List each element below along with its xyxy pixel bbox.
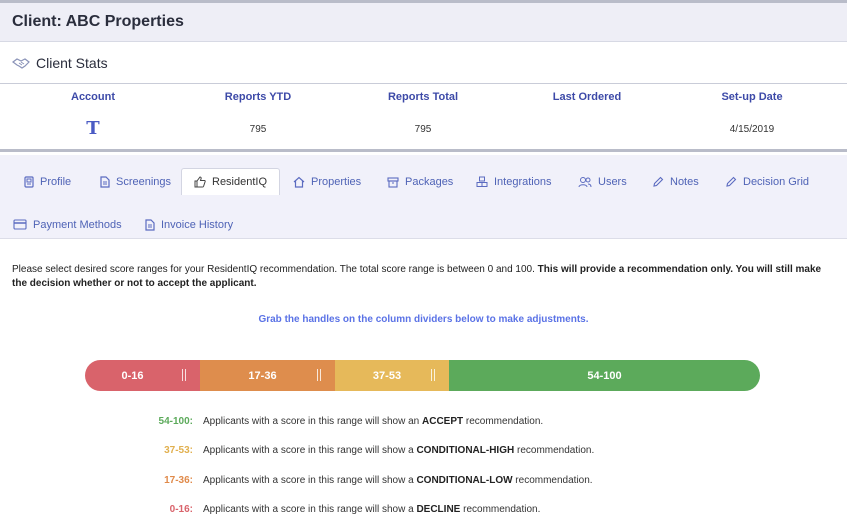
tab-profile-label: Profile: [40, 175, 72, 188]
stats-header-reports-total: Reports Total: [387, 91, 459, 103]
tab-profile[interactable]: Profile: [24, 168, 71, 195]
legend-item-accept: 54-100: Applicants with a score in this …: [0, 416, 847, 432]
tab-properties-label: Properties: [311, 175, 362, 188]
tab-users-label: Users: [598, 175, 627, 188]
range-divider-handle[interactable]: [317, 369, 321, 381]
client-header: Client: ABC Properties: [0, 0, 847, 42]
legend-item-conditional-high: 37-53: Applicants with a score in this r…: [0, 445, 847, 461]
tab-payment-methods-label: Payment Methods: [33, 218, 122, 231]
legend-item-decline: 0-16: Applicants with a score in this ra…: [0, 504, 847, 520]
range-segment-decline: 0-16: [85, 360, 200, 391]
tab-integrations[interactable]: Integrations: [476, 168, 551, 195]
client-stats-title: Client Stats: [36, 54, 108, 71]
range-label-accept: 54-100: [587, 369, 622, 382]
tab-screenings-label: Screenings: [116, 175, 172, 188]
pencil-icon: [653, 176, 664, 187]
range-segment-conditional-high: 37-53: [335, 360, 449, 391]
client-tabs: Profile Screenings ResidentIQ Properties…: [0, 155, 847, 239]
range-divider-handle[interactable]: [182, 369, 186, 381]
legend-range: 54-100:: [158, 416, 193, 427]
legend-description: Applicants with a score in this range wi…: [203, 416, 544, 427]
package-icon: [387, 176, 399, 188]
legend-range: 37-53:: [164, 445, 193, 456]
tab-screenings[interactable]: Screenings: [100, 168, 171, 195]
stats-header-last-ordered: Last Ordered: [552, 91, 622, 103]
range-divider-handle[interactable]: [431, 369, 435, 381]
client-title: Client: ABC Properties: [12, 13, 184, 30]
range-label-conditional-low: 17-36: [248, 369, 277, 382]
client-stats-bar: Client Stats: [0, 42, 847, 84]
tab-residentiq-label: ResidentIQ: [212, 176, 268, 188]
stats-header-setup-date: Set-up Date: [721, 91, 783, 103]
tab-decision-grid-label: Decision Grid: [743, 175, 810, 188]
tab-users[interactable]: Users: [578, 168, 627, 195]
tab-payment-methods[interactable]: Payment Methods: [13, 211, 122, 238]
thumbs-up-icon: [194, 176, 206, 188]
legend-description: Applicants with a score in this range wi…: [203, 475, 593, 486]
tab-invoice-history[interactable]: Invoice History: [145, 211, 233, 238]
range-segment-accept: 54-100: [449, 360, 760, 391]
home-icon: [293, 176, 305, 188]
tab-invoice-history-label: Invoice History: [161, 218, 234, 231]
client-stats-table: Account Reports YTD Reports Total Last O…: [0, 84, 847, 152]
legend-range: 0-16:: [169, 504, 193, 515]
intro-text: Please select desired score ranges for y…: [12, 264, 822, 289]
tab-notes-label: Notes: [670, 175, 699, 188]
residentiq-panel: Please select desired score ranges for y…: [0, 240, 847, 530]
id-card-icon: [24, 175, 34, 188]
stats-header-account: Account: [71, 91, 115, 103]
document-icon: [100, 175, 110, 188]
legend-description: Applicants with a score in this range wi…: [203, 445, 595, 456]
pencil-icon: [726, 176, 737, 187]
tab-packages[interactable]: Packages: [387, 168, 453, 195]
tab-integrations-label: Integrations: [494, 175, 552, 188]
stats-value-reports-total: 795: [414, 124, 432, 135]
tab-properties[interactable]: Properties: [293, 168, 361, 195]
tab-decision-grid[interactable]: Decision Grid: [725, 168, 809, 195]
tab-packages-label: Packages: [405, 175, 454, 188]
stats-value-reports-ytd: 795: [249, 124, 267, 135]
users-icon: [578, 176, 592, 187]
stats-header-reports-ytd: Reports YTD: [224, 91, 292, 103]
legend-item-conditional-low: 17-36: Applicants with a score in this r…: [0, 475, 847, 491]
tab-residentiq[interactable]: ResidentIQ: [181, 168, 281, 195]
legend-description: Applicants with a score in this range wi…: [203, 504, 541, 515]
handshake-icon: [12, 57, 30, 69]
cubes-icon: [476, 176, 488, 187]
account-logo: T: [86, 118, 100, 139]
credit-card-icon: [13, 219, 27, 230]
score-range-slider: 0-16 17-36 37-53 54-100: [85, 360, 760, 391]
legend-range: 17-36:: [164, 475, 193, 486]
document-icon: [145, 218, 155, 231]
stats-value-setup-date: 4/15/2019: [729, 124, 775, 135]
adjust-hint: Grab the handles on the column dividers …: [258, 314, 589, 325]
range-segment-conditional-low: 17-36: [200, 360, 335, 391]
tab-notes[interactable]: Notes: [652, 168, 699, 195]
